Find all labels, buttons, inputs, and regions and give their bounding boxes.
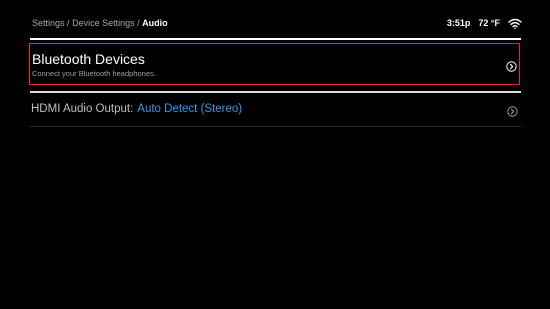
status-area: 3:51p 72 °F	[447, 18, 522, 29]
hdmi-audio-output-item[interactable]: HDMI Audio Output: Auto Detect (Stereo)	[29, 95, 520, 125]
breadcrumb: Settings / Device Settings / Audio	[32, 18, 168, 28]
breadcrumb-separator: /	[67, 18, 70, 28]
breadcrumb-current: Audio	[142, 18, 168, 28]
bluetooth-devices-subtitle: Connect your Bluetooth headphones.	[32, 69, 156, 78]
temperature: 72 °F	[478, 18, 500, 28]
header-divider	[30, 38, 521, 40]
audio-settings-screen: Settings / Device Settings / Audio 3:51p…	[0, 0, 550, 309]
bluetooth-devices-title: Bluetooth Devices	[32, 51, 145, 67]
breadcrumb-device-settings: Device Settings	[72, 18, 135, 28]
chevron-right-circle-icon	[507, 104, 518, 117]
row-divider	[30, 126, 521, 127]
chevron-right-circle-icon	[506, 59, 517, 72]
section-divider	[30, 91, 521, 93]
breadcrumb-settings: Settings	[32, 18, 65, 28]
breadcrumb-separator: /	[137, 18, 140, 28]
top-bar: Settings / Device Settings / Audio 3:51p…	[32, 15, 522, 31]
hdmi-audio-output-label: HDMI Audio Output: Auto Detect (Stereo)	[31, 103, 243, 115]
clock: 3:51p	[446, 18, 471, 28]
hdmi-audio-output-value: Auto Detect (Stereo)	[137, 103, 243, 115]
bluetooth-devices-item[interactable]: Bluetooth Devices Connect your Bluetooth…	[29, 43, 520, 85]
wifi-icon	[508, 18, 522, 29]
